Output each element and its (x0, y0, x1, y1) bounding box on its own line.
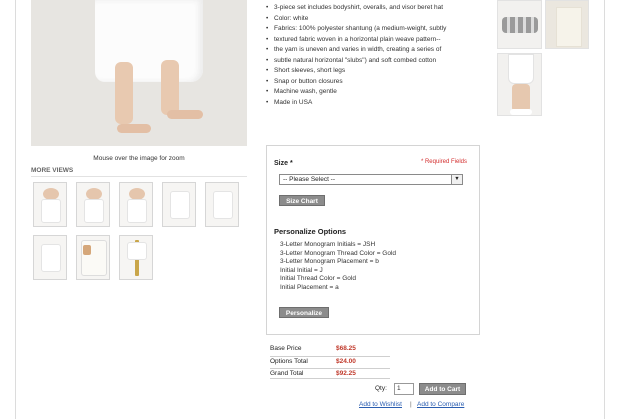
product-description-list: 3-piece set includes bodyshirt, overalls… (266, 3, 488, 108)
thumbnail-3[interactable] (119, 182, 153, 227)
options-total-value: $24.00 (336, 358, 356, 365)
related-image-cloth[interactable] (545, 0, 589, 49)
chevron-down-icon[interactable]: ▼ (451, 175, 462, 184)
personalize-line: 3-Letter Monogram Thread Color = Gold (280, 249, 397, 257)
baby-foot-left (117, 124, 151, 133)
thumbnail-5[interactable] (205, 182, 239, 227)
related-image-onesie[interactable] (497, 53, 542, 116)
base-price-row: Base Price $68.25 (270, 345, 390, 352)
thumb-outfit (170, 191, 190, 219)
thumbnail-7[interactable] (76, 235, 110, 280)
personalize-summary: 3-Letter Monogram Initials = JSH 3-Lette… (280, 241, 396, 293)
personalize-line: Initial Placement = a (280, 283, 339, 291)
bracelet-beads (502, 17, 538, 33)
thumb-photo (83, 245, 91, 255)
thumb-outfit (213, 191, 233, 219)
personalize-line: Initial Thread Color = Gold (280, 275, 356, 283)
thumb-outfit (127, 199, 147, 223)
thumb-outfit (41, 199, 61, 223)
base-price-label: Base Price (270, 345, 302, 352)
overalls-garment (95, 0, 203, 82)
baby-leg-left (115, 62, 133, 124)
more-views-heading: MORE VIEWS (31, 167, 247, 177)
related-image-bracelet[interactable] (497, 0, 542, 49)
link-separator: | (410, 401, 412, 408)
thumbnail-4[interactable] (162, 182, 196, 227)
personalize-line: Initial Initial = J (280, 266, 323, 274)
personalize-options-title: Personalize Options (274, 227, 347, 236)
description-item: Color: white (266, 14, 488, 25)
options-total-label: Options Total (270, 358, 308, 365)
description-item: subtle natural horizontal "slubs") and s… (266, 56, 488, 67)
description-item: 3-piece set includes bodyshirt, overalls… (266, 3, 488, 14)
size-label: Size * (274, 160, 293, 167)
thumb-outfit (84, 199, 104, 223)
zoom-hint: Mouse over the image for zoom (93, 155, 185, 162)
options-total-row: Options Total $24.00 (270, 356, 390, 365)
add-to-wishlist-link[interactable]: Add to Wishlist (359, 401, 402, 408)
grand-total-value: $92.25 (336, 370, 356, 377)
baby-foot-right (167, 110, 203, 119)
size-select[interactable]: -- Please Select -- ▼ (279, 174, 463, 185)
description-item: the yarn is uneven and varies in width, … (266, 45, 488, 56)
baby-leg-right (161, 60, 179, 115)
onesie-garment (508, 54, 534, 84)
add-to-cart-button[interactable]: Add to Cart (419, 383, 466, 395)
description-item: Made in USA (266, 98, 488, 109)
size-chart-button[interactable]: Size Chart (279, 195, 325, 206)
description-item: Short sleeves, short legs (266, 66, 488, 77)
personalize-line: 3-Letter Monogram Placement = b (280, 258, 379, 266)
thumbnail-8[interactable] (119, 235, 153, 280)
personalize-button[interactable]: Personalize (279, 307, 329, 318)
description-item: textured fabric woven in a horizontal pl… (266, 35, 488, 46)
description-item: Machine wash, gentle (266, 87, 488, 98)
baby-shoes (510, 109, 532, 115)
baby-legs (512, 84, 530, 112)
thumb-hat (127, 242, 147, 260)
grand-total-row: Grand Total $92.25 (270, 368, 390, 379)
qty-input[interactable]: 1 (394, 383, 414, 395)
size-select-value: -- Please Select -- (283, 176, 336, 183)
thumbnail-6[interactable] (33, 235, 67, 280)
qty-label: Qty: (375, 385, 387, 392)
grand-total-label: Grand Total (270, 370, 304, 377)
thumbnail-1[interactable] (33, 182, 67, 227)
product-options-box: Size * * Required Fields -- Please Selec… (266, 145, 480, 335)
cloth-piece (556, 7, 582, 47)
add-to-compare-link[interactable]: Add to Compare (417, 401, 464, 408)
base-price-value: $68.25 (336, 345, 356, 352)
personalize-line: 3-Letter Monogram Initials = JSH (280, 241, 376, 248)
description-item: Fabrics: 100% polyester shantung (a medi… (266, 24, 488, 35)
main-product-image[interactable] (31, 0, 247, 146)
required-fields-note: * Required Fields (420, 159, 467, 165)
thumb-outfit (41, 244, 61, 272)
description-item: Snap or button closures (266, 77, 488, 88)
thumbnail-2[interactable] (76, 182, 110, 227)
